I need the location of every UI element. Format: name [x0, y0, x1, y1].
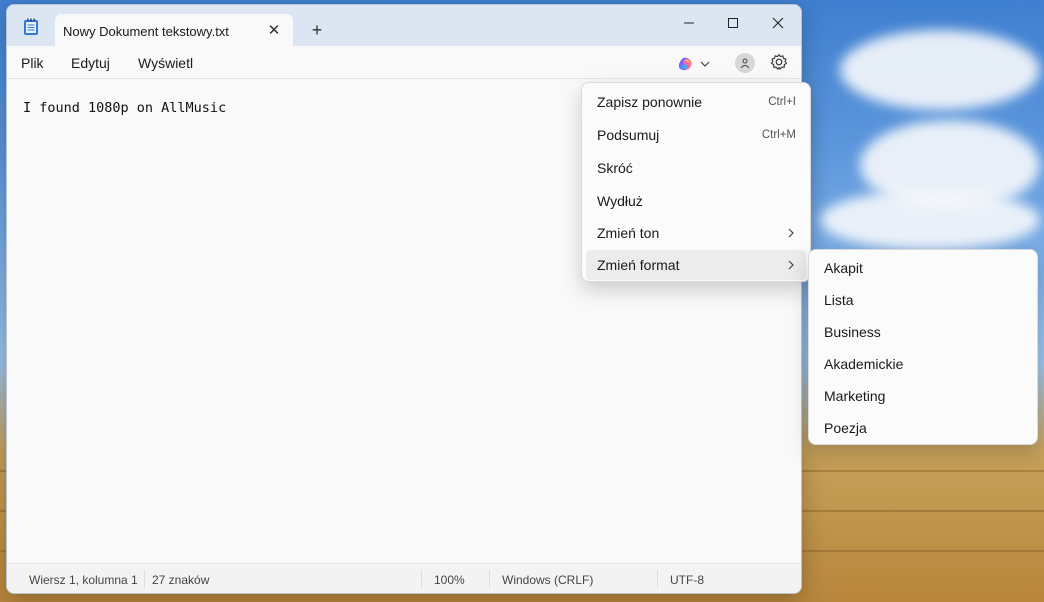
menu-item-label: Wydłuż	[597, 193, 643, 209]
maximize-button[interactable]	[713, 9, 753, 37]
menu-item-rewrite[interactable]: Zapisz ponownie Ctrl+I	[586, 87, 806, 117]
menu-file[interactable]: Plik	[21, 55, 44, 71]
tab-title: Nowy Dokument tekstowy.txt	[63, 24, 229, 39]
status-encoding[interactable]: UTF-8	[670, 573, 704, 587]
status-divider	[657, 570, 658, 588]
rewrite-menu: Zapisz ponownie Ctrl+I Podsumuj Ctrl+M S…	[581, 82, 811, 282]
submenu-item-poetry[interactable]: Poezja	[813, 413, 1033, 443]
notepad-icon	[24, 18, 38, 35]
submenu-item-label: Business	[824, 324, 881, 340]
menu-item-shortcut: Ctrl+I	[768, 96, 796, 108]
menu-edit[interactable]: Edytuj	[71, 55, 110, 71]
copilot-icon	[678, 57, 710, 71]
format-submenu: Akapit Lista Business Akademickie Market…	[808, 249, 1038, 445]
menu-item-label: Zmień ton	[597, 225, 660, 241]
submenu-item-label: Akapit	[824, 260, 863, 276]
submenu-item-marketing[interactable]: Marketing	[813, 381, 1033, 411]
new-tab-button[interactable]: +	[307, 20, 327, 40]
cloud	[840, 30, 1040, 110]
submenu-item-list[interactable]: Lista	[813, 285, 1033, 315]
menu-item-label: Skróć	[597, 160, 633, 176]
status-divider	[421, 570, 422, 588]
submenu-item-label: Lista	[824, 292, 854, 308]
close-window-button[interactable]	[758, 9, 798, 37]
status-cursor-position: Wiersz 1, kolumna 1	[29, 573, 138, 587]
submenu-item-paragraph[interactable]: Akapit	[813, 253, 1033, 283]
submenu-item-business[interactable]: Business	[813, 317, 1033, 347]
menu-bar: Plik Edytuj Wyświetl	[7, 46, 801, 79]
editor-content[interactable]: I found 1080p on AllMusic	[23, 100, 226, 116]
status-zoom[interactable]: 100%	[434, 573, 465, 587]
status-line-endings[interactable]: Windows (CRLF)	[502, 573, 593, 587]
status-divider	[144, 570, 145, 588]
menu-view[interactable]: Wyświetl	[138, 55, 193, 71]
status-char-count: 27 znaków	[152, 573, 210, 587]
settings-button[interactable]	[769, 52, 789, 72]
document-tab[interactable]: Nowy Dokument tekstowy.txt ✕	[55, 14, 293, 47]
submenu-item-label: Marketing	[824, 388, 886, 404]
chevron-right-icon	[788, 228, 794, 238]
menu-item-change-tone[interactable]: Zmień ton	[586, 218, 806, 248]
menu-item-lengthen[interactable]: Wydłuż	[586, 186, 806, 216]
status-divider	[489, 570, 490, 588]
account-button[interactable]	[735, 53, 755, 73]
gear-icon	[770, 53, 788, 70]
maximize-icon	[728, 18, 738, 28]
submenu-item-academic[interactable]: Akademickie	[813, 349, 1033, 379]
menu-item-shorten[interactable]: Skróć	[586, 153, 806, 183]
menu-item-label: Zapisz ponownie	[597, 94, 703, 110]
status-bar: Wiersz 1, kolumna 1 27 znaków 100% Windo…	[7, 563, 801, 593]
cloud	[820, 190, 1040, 250]
menu-item-label: Zmień format	[597, 257, 680, 273]
minimize-button[interactable]	[669, 9, 709, 37]
chevron-right-icon	[788, 260, 794, 270]
menu-item-shortcut: Ctrl+M	[761, 129, 796, 141]
menu-item-change-format[interactable]: Zmień format	[586, 250, 806, 280]
account-icon	[740, 58, 750, 69]
menu-item-label: Podsumuj	[597, 127, 660, 143]
submenu-item-label: Akademickie	[824, 356, 904, 372]
title-bar[interactable]: Nowy Dokument tekstowy.txt ✕ +	[7, 5, 801, 47]
submenu-item-label: Poezja	[824, 420, 867, 436]
close-icon	[772, 17, 784, 29]
close-tab-icon[interactable]: ✕	[265, 21, 283, 39]
copilot-button[interactable]	[676, 54, 712, 74]
menu-item-summarize[interactable]: Podsumuj Ctrl+M	[586, 120, 806, 150]
minimize-icon	[684, 22, 694, 24]
